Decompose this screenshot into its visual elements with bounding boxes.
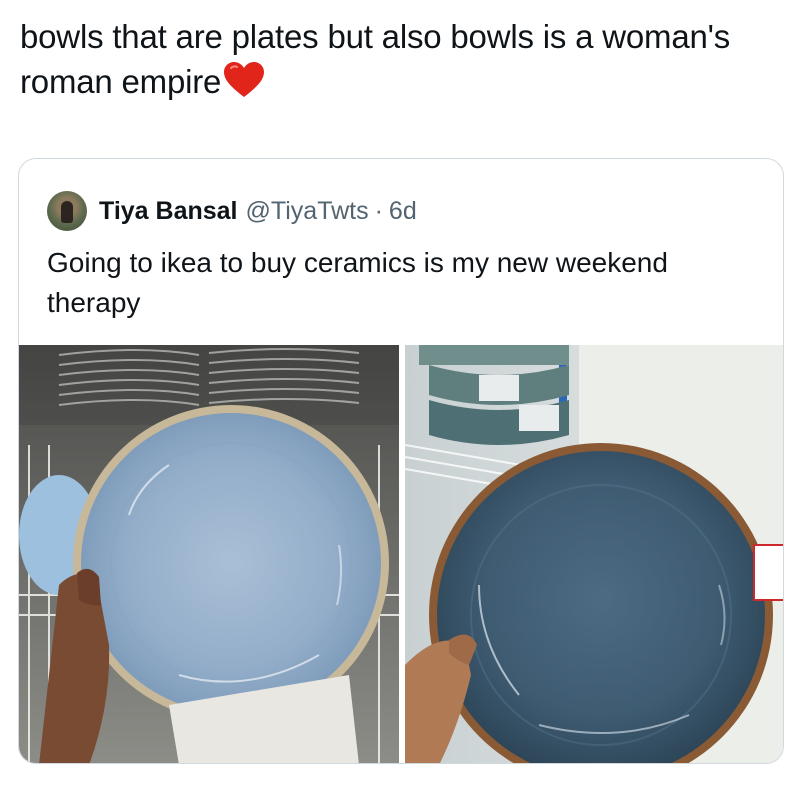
light-blue-plate-photo[interactable] <box>19 345 399 764</box>
tweet-text: bowls that are plates but also bowls is … <box>20 18 731 100</box>
quoted-tweet-card[interactable]: Tiya Bansal @TiyaTwts · 6d Going to ikea… <box>18 158 784 764</box>
quoted-tweet-header: Tiya Bansal @TiyaTwts · 6d <box>47 191 417 231</box>
author-name[interactable]: Tiya Bansal <box>99 197 238 226</box>
red-heart-icon <box>223 61 265 110</box>
media-grid <box>19 345 784 764</box>
dark-blue-bowl-photo[interactable] <box>405 345 784 764</box>
avatar[interactable] <box>47 191 87 231</box>
tweet-text-block: bowls that are plates but also bowls is … <box>20 14 780 110</box>
separator-dot: · <box>374 196 383 225</box>
quoted-tweet-text: Going to ikea to buy ceramics is my new … <box>47 247 668 318</box>
timestamp[interactable]: 6d <box>389 197 417 226</box>
author-handle[interactable]: @TiyaTwts <box>246 197 369 226</box>
